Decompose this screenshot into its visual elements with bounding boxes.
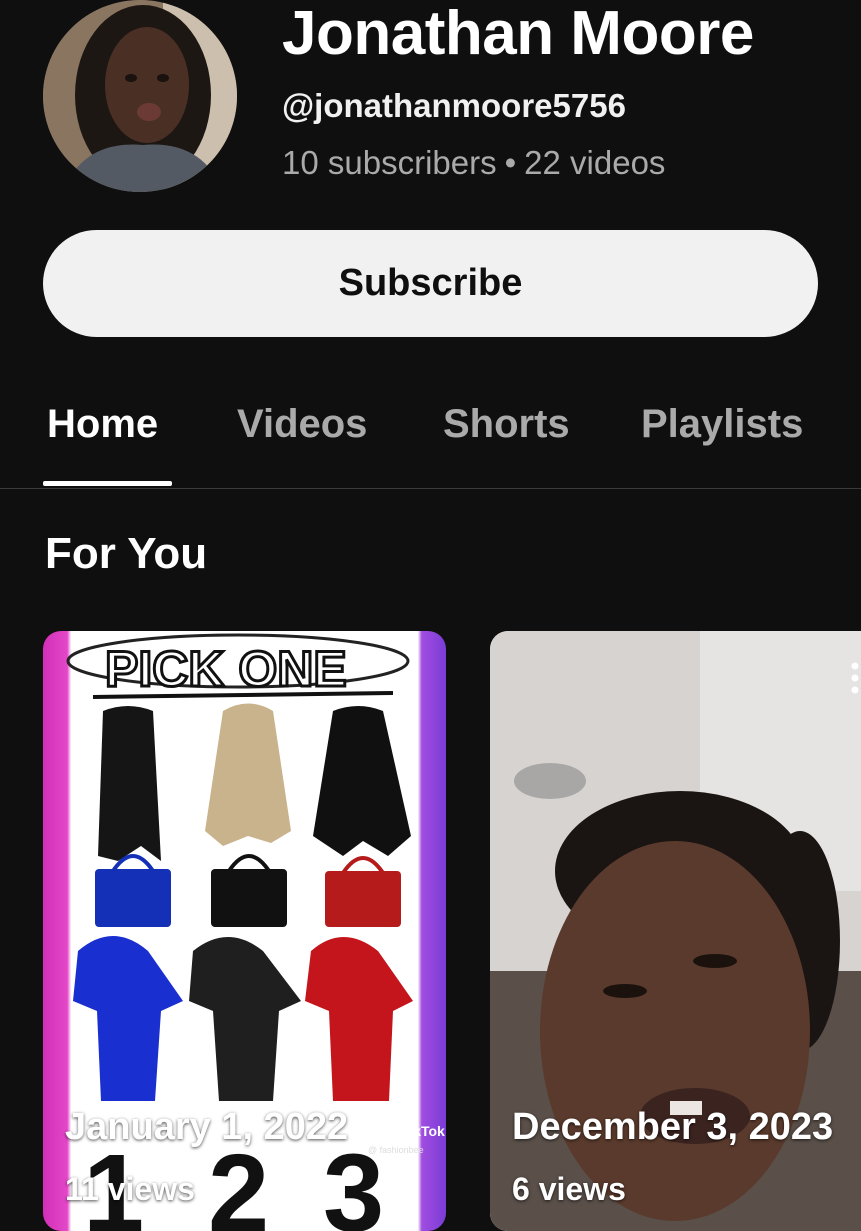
channel-tabs: Home Videos Shorts Playlists bbox=[0, 370, 861, 489]
thumbnail-title-text: PICK ONE bbox=[105, 641, 347, 697]
tab-home[interactable]: Home bbox=[47, 400, 158, 448]
channel-avatar[interactable] bbox=[43, 0, 237, 192]
short-card[interactable]: PICK ONE 1 2 3 TikTok @ fashionbee Janua… bbox=[43, 631, 446, 1231]
avatar-image bbox=[43, 0, 237, 192]
tab-playlists[interactable]: Playlists bbox=[641, 400, 803, 448]
active-tab-indicator bbox=[43, 481, 172, 486]
video-views: 11 views bbox=[65, 1171, 195, 1207]
video-date: January 1, 2022 bbox=[65, 1106, 349, 1148]
channel-name: Jonathan Moore bbox=[282, 0, 754, 68]
short-card[interactable]: December 3, 2023 6 views bbox=[490, 631, 861, 1231]
tab-shorts[interactable]: Shorts bbox=[443, 400, 570, 448]
thumbnail-watermark-handle: @ fashionbee bbox=[368, 1145, 424, 1155]
channel-handle: @jonathanmoore5756 bbox=[282, 87, 626, 124]
subscribe-button[interactable]: Subscribe bbox=[43, 230, 818, 337]
video-views: 6 views bbox=[512, 1171, 626, 1207]
stats-separator: • bbox=[504, 144, 517, 181]
more-options-icon[interactable] bbox=[848, 660, 861, 700]
channel-stats: 10 subscribers • 22 videos bbox=[282, 143, 665, 183]
section-title: For You bbox=[45, 529, 208, 578]
tab-videos[interactable]: Videos bbox=[237, 400, 367, 448]
thumbnail-watermark: TikTok bbox=[401, 1123, 445, 1139]
subscriber-count: 10 subscribers bbox=[282, 144, 497, 181]
video-date: December 3, 2023 bbox=[512, 1106, 834, 1148]
video-count: 22 videos bbox=[524, 144, 666, 181]
